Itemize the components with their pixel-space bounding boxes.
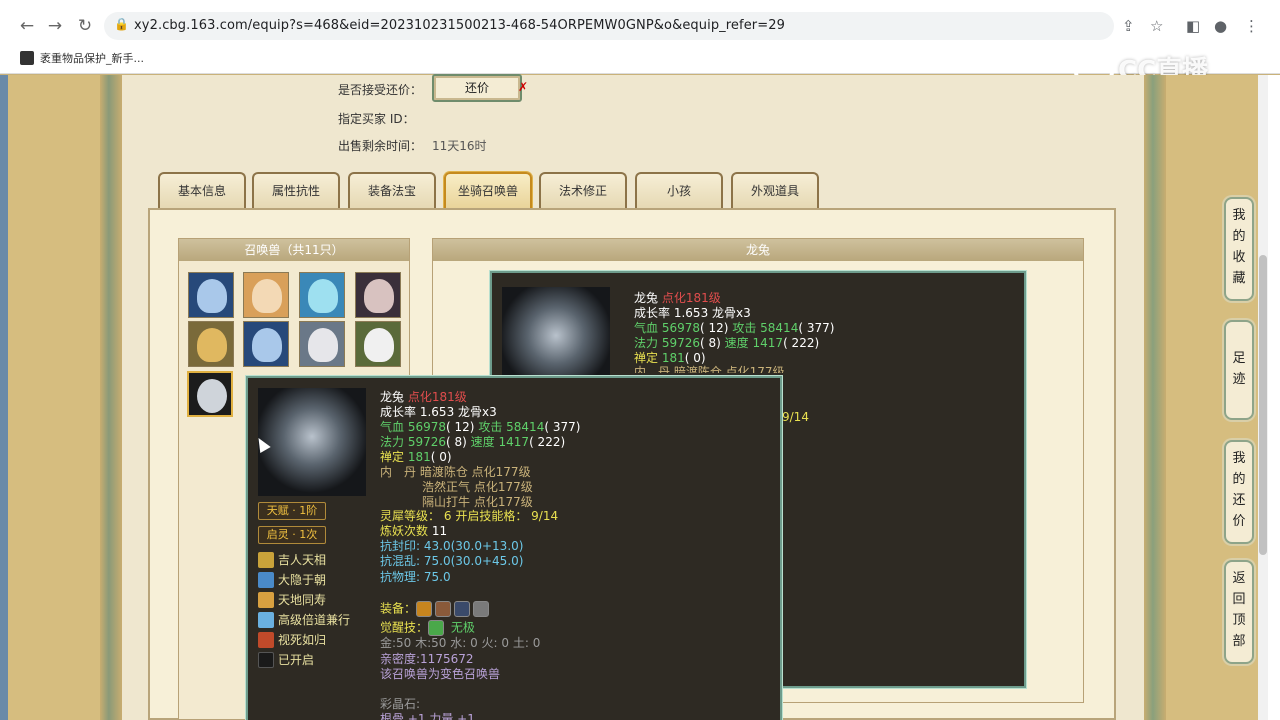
- url-text: xy2.cbg.163.com/equip?s=468&eid=20231023…: [134, 18, 785, 33]
- equip-armor-icon: [435, 601, 452, 617]
- skill-item[interactable]: 大隐于朝: [258, 571, 326, 589]
- tab-child[interactable]: 小孩: [635, 172, 723, 208]
- reload-icon[interactable]: ↻: [74, 15, 96, 37]
- equip-collar-icon: [454, 601, 471, 617]
- pet-thumb[interactable]: [243, 272, 289, 318]
- pet-thumb[interactable]: [243, 321, 289, 367]
- address-bar[interactable]: 🔒 xy2.cbg.163.com/equip?s=468&eid=202310…: [104, 12, 1114, 40]
- tab-spell-correction[interactable]: 法术修正: [539, 172, 627, 208]
- buyer-id-label: 指定买家 ID：: [338, 112, 415, 126]
- bookmark-favicon-icon: [20, 51, 34, 65]
- res-phys-row: 抗物理: 75.0: [380, 570, 451, 584]
- time-left-row: 出售剩余时间： 11天16时: [338, 137, 487, 154]
- growth-row: 成长率 1.653 龙骨x3: [380, 405, 497, 419]
- profile-icon[interactable]: ●: [1214, 17, 1227, 35]
- qiling-badge: 启灵 · 1次: [258, 526, 326, 544]
- bookmark-item[interactable]: 袤重物品保护_新手...: [20, 50, 144, 68]
- pet-tooltip-card: 龙兔 点化181级 成长率 1.653 龙骨x3 气血 56978( 12) 攻…: [245, 375, 783, 720]
- adjacent-window-edge: [1268, 75, 1280, 720]
- skill-dayinyuchao-icon: [258, 571, 274, 588]
- skill-shisiruguii-icon: [258, 631, 274, 648]
- pet-thumb[interactable]: [188, 321, 234, 367]
- lock-icon: 🔒: [114, 17, 129, 31]
- skill-item[interactable]: 高级倍道兼行: [258, 611, 350, 629]
- zen-row: 禅定 181( 0): [380, 450, 452, 464]
- scrollbar-thumb[interactable]: [1259, 255, 1267, 555]
- skill-item[interactable]: 已开启: [258, 651, 314, 669]
- side-nav-history[interactable]: 足迹: [1224, 320, 1254, 420]
- res-seal-row: 抗封印: 43.0(30.0+13.0): [380, 539, 524, 553]
- side-nav-back-to-top[interactable]: 返回顶部: [1224, 560, 1254, 664]
- skill-beidao-icon: [258, 611, 274, 628]
- equip-ring-icon: [416, 601, 433, 617]
- skill-item[interactable]: 吉人天相: [258, 551, 326, 569]
- zen-row: 禅定 181( 0): [634, 351, 706, 365]
- pet-thumb[interactable]: [299, 272, 345, 318]
- forward-icon[interactable]: →: [44, 15, 66, 37]
- neidan-row-partial: 内 丹 暗渡陈仓 点化177级: [634, 365, 785, 373]
- pet-thumb[interactable]: [188, 272, 234, 318]
- elements-row: 金:50 木:50 水: 0 火: 0 土: 0: [380, 636, 541, 650]
- skill-slot-icon: [258, 651, 274, 668]
- skill-jirentianxiang-icon: [258, 551, 274, 568]
- intimacy-row: 亲密度:1175672: [380, 652, 474, 666]
- equip-row: 装备：: [380, 601, 492, 617]
- variant-row: 该召唤兽为变色召唤兽: [380, 667, 501, 681]
- frame-left: [100, 75, 122, 720]
- accept-counter-label: 是否接受还价：: [338, 83, 423, 97]
- back-icon[interactable]: ←: [16, 15, 38, 37]
- menu-icon[interactable]: ⋮: [1244, 17, 1259, 35]
- hp-atk-row: 气血 56978( 12) 攻击 58414( 377): [634, 321, 835, 335]
- star-icon[interactable]: ☆: [1150, 17, 1163, 35]
- pet-tooltip-portrait: [258, 388, 366, 496]
- time-left-value: 11天16时: [432, 139, 487, 153]
- pet-name-row: 龙兔 点化181级: [380, 390, 467, 404]
- tab-mounts-pets[interactable]: 坐骑召唤兽: [444, 172, 532, 208]
- left-strip: [0, 75, 8, 720]
- neidan-row: 隔山打牛 点化177级: [422, 495, 533, 509]
- mp-spd-row: 法力 59726( 8) 速度 1417( 222): [634, 336, 820, 350]
- res-chaos-row: 抗混乱: 75.0(30.0+45.0): [380, 554, 524, 568]
- share-icon[interactable]: ⇪: [1122, 17, 1135, 35]
- counter-offer-button[interactable]: 还价: [432, 74, 522, 102]
- skill-item[interactable]: 天地同寿: [258, 591, 326, 609]
- neidan-row: 内 丹 暗渡陈仓 点化177级: [380, 465, 531, 479]
- mp-spd-row: 法力 59726( 8) 速度 1417( 222): [380, 435, 566, 449]
- neidan-row: 浩然正气 点化177级: [422, 480, 533, 494]
- pet-thumb-selected[interactable]: [187, 371, 233, 417]
- side-nav-favorites[interactable]: 我的收藏: [1224, 197, 1254, 301]
- talent-badge: 天赋 · 1阶: [258, 502, 326, 520]
- tab-appearance[interactable]: 外观道具: [731, 172, 819, 208]
- skill-item[interactable]: 视死如归: [258, 631, 326, 649]
- growth-row: 成长率 1.653 龙骨x3: [634, 306, 751, 320]
- close-icon: ✗: [518, 80, 529, 94]
- equip-charm-icon: [473, 601, 490, 617]
- side-nav-my-offers[interactable]: 我的还价: [1224, 440, 1254, 544]
- awaken-skill-icon: [428, 620, 445, 636]
- pet-thumb[interactable]: [299, 321, 345, 367]
- skill-grid-partial: 9/14: [782, 410, 809, 424]
- pet-thumb[interactable]: [355, 272, 401, 318]
- pet-list-title: 召唤兽（共11只）: [179, 239, 409, 261]
- crystal-label: 彩晶石:: [380, 697, 421, 711]
- pet-thumb[interactable]: [355, 321, 401, 367]
- sidepanel-icon[interactable]: ◧: [1186, 17, 1200, 35]
- pet-detail-title: 龙兔: [433, 239, 1083, 261]
- tab-attributes[interactable]: 属性抗性: [252, 172, 340, 208]
- tab-equipment[interactable]: 装备法宝: [348, 172, 436, 208]
- pet-name-row: 龙兔 点化181级: [634, 291, 721, 305]
- tab-basic-info[interactable]: 基本信息: [158, 172, 246, 208]
- lianyao-row: 炼妖次数 11: [380, 524, 448, 538]
- frame-right: [1144, 75, 1166, 720]
- time-left-label: 出售剩余时间：: [338, 139, 423, 153]
- hp-atk-row: 气血 56978( 12) 攻击 58414( 377): [380, 420, 581, 434]
- awaken-row: 觉醒技： 无极: [380, 620, 475, 636]
- skill-tiandi-icon: [258, 591, 274, 608]
- crystal-row: 根骨 +1 力量 +1: [380, 712, 475, 720]
- lingxi-row: 灵犀等级： 6 开启技能格： 9/14: [380, 509, 559, 523]
